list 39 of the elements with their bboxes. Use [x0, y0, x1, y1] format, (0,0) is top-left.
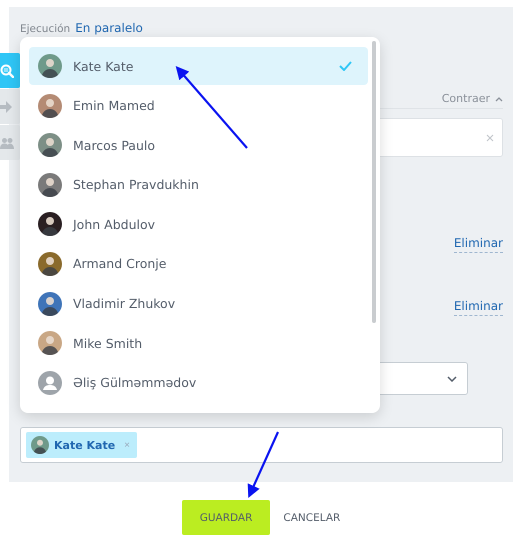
user-option[interactable]: Kate Kate	[29, 47, 368, 85]
avatar-icon	[38, 331, 62, 356]
user-option[interactable]: Stephan Pravdukhin	[29, 166, 368, 204]
user-option[interactable]: Əliş Gülməmmədov	[29, 364, 368, 402]
avatar-icon	[38, 212, 62, 236]
remove-link[interactable]: Eliminar	[454, 299, 503, 316]
save-button[interactable]: GUARDAR	[182, 500, 270, 535]
user-option[interactable]: Marcos Paulo	[29, 126, 368, 164]
side-tab[interactable]	[0, 125, 20, 160]
avatar-icon	[38, 172, 62, 197]
user-option[interactable]: John Abdulov	[29, 205, 368, 244]
arrow-icon	[0, 100, 12, 112]
user-option[interactable]: Mike Smith	[29, 324, 368, 362]
side-tab[interactable]	[0, 53, 20, 88]
check-icon	[339, 61, 352, 71]
avatar-icon	[38, 133, 62, 158]
avatar-icon	[38, 252, 62, 276]
cancel-button[interactable]: CANCELAR	[283, 500, 340, 535]
avatar-icon	[31, 436, 49, 454]
remove-link[interactable]: Eliminar	[454, 236, 503, 253]
user-option[interactable]: Armand Cronje	[29, 244, 368, 283]
avatar-icon	[38, 370, 62, 395]
people-icon	[0, 136, 14, 148]
side-tab[interactable]	[0, 89, 20, 124]
user-name: Kate Kate	[54, 438, 116, 452]
search-icon	[0, 64, 14, 78]
execution-value: En paralelo	[75, 21, 143, 35]
user-option[interactable]: Vladimir Zhukov	[29, 284, 368, 323]
avatar-icon	[38, 292, 62, 316]
chevron-up-icon	[495, 96, 503, 102]
scrollbar[interactable]	[372, 41, 376, 323]
execution-label: Ejecución	[20, 22, 70, 36]
annotation-arrow	[248, 432, 279, 498]
user-option[interactable]: Emin Mamed	[29, 86, 368, 125]
assignee-field[interactable]: Kate Kate ×	[20, 427, 503, 463]
chevron-down-icon	[447, 376, 457, 382]
avatar-icon	[38, 94, 62, 118]
close-icon[interactable]	[486, 134, 494, 142]
avatar-icon	[38, 54, 62, 78]
